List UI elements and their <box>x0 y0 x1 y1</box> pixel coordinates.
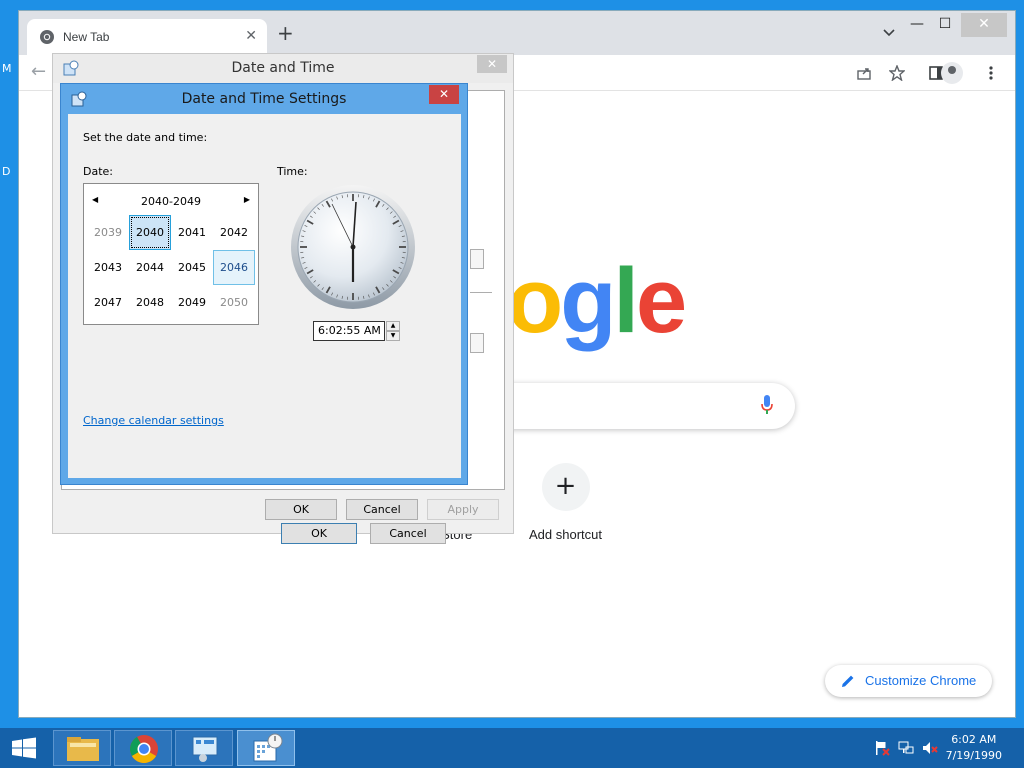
network-icon[interactable] <box>898 740 914 756</box>
calendar-year-cell[interactable]: 2042 <box>213 215 255 250</box>
logo-letter: o <box>507 250 563 352</box>
pencil-icon <box>842 675 854 687</box>
tab-strip: New Tab ✕ + — ☐ ✕ <box>19 11 1015 55</box>
dialog-close-button[interactable]: ✕ <box>477 55 507 73</box>
folder-icon <box>67 737 99 761</box>
calendar-year-cell[interactable]: 2048 <box>129 285 171 320</box>
calendar-year-cell[interactable]: 2040 <box>129 215 171 250</box>
instruction-text: Set the date and time: <box>83 131 208 144</box>
system-clock[interactable]: 6:02 AM 7/19/1990 <box>946 732 1002 764</box>
calendar-year-cell[interactable]: 2049 <box>171 285 213 320</box>
bookmark-star-icon[interactable] <box>889 65 905 81</box>
desktop-icon-label: D <box>2 165 11 178</box>
calendar-clock-icon <box>253 733 283 762</box>
spin-up-arrow-icon[interactable]: ▲ <box>386 321 400 331</box>
tab-title: New Tab <box>63 30 110 44</box>
add-shortcut-button[interactable]: + Add shortcut <box>529 463 602 542</box>
calendar-year-cell[interactable]: 2050 <box>213 285 255 320</box>
spin-down-arrow-icon[interactable]: ▼ <box>386 331 400 341</box>
calendar-year-cell[interactable]: 2046 <box>213 250 255 285</box>
dialog-title: Date and Time Settings <box>181 91 347 107</box>
change-calendar-settings-link[interactable]: Change calendar settings <box>83 414 224 427</box>
tab-search-icon[interactable] <box>883 29 895 37</box>
cancel-button[interactable]: Cancel <box>346 499 418 520</box>
back-arrow-icon[interactable]: ← <box>31 61 46 82</box>
calendar-year-cell[interactable]: 2043 <box>87 250 129 285</box>
time-spinner: ▲ ▼ <box>386 321 400 341</box>
calendar-year-cell[interactable]: 2039 <box>87 215 129 250</box>
analog-clock <box>291 185 415 309</box>
profile-avatar-icon[interactable] <box>941 62 963 84</box>
shortcut-label: Add shortcut <box>529 527 602 542</box>
google-logo: ogle <box>507 250 687 352</box>
new-tab-button[interactable]: + <box>277 23 294 43</box>
dialog-title: Date and Time <box>231 60 335 76</box>
calendar-next-arrow-icon[interactable]: ▶ <box>244 195 250 204</box>
chrome-logo-icon <box>40 30 54 44</box>
customize-chrome-button[interactable]: Customize Chrome <box>825 665 993 697</box>
calendar-year-cell[interactable]: 2044 <box>129 250 171 285</box>
volume-muted-icon[interactable] <box>922 740 938 756</box>
settings-body: Set the date and time: Date: Time: ◀ 204… <box>68 114 461 544</box>
kebab-menu-icon[interactable] <box>989 66 993 80</box>
divider <box>470 292 492 293</box>
taskbar-file-explorer[interactable] <box>53 730 111 766</box>
add-shortcut-plus-icon: + <box>541 463 590 511</box>
taskbar: 6:02 AM 7/19/1990 <box>0 728 1024 768</box>
microphone-icon[interactable] <box>761 395 773 415</box>
dialog-titlebar: Date and Time ✕ <box>53 54 513 83</box>
date-time-settings-dialog: Date and Time Settings ✕ Set the date an… <box>60 83 468 544</box>
action-center-flag-icon[interactable] <box>874 740 890 756</box>
date-label: Date: <box>83 165 113 178</box>
calendar-year-cell[interactable]: 2041 <box>171 215 213 250</box>
calendar-year-cell[interactable]: 2047 <box>87 285 129 320</box>
ok-button[interactable]: OK <box>265 499 337 520</box>
windows-start-icon[interactable] <box>0 728 48 768</box>
logo-letter: l <box>613 250 639 352</box>
ok-button[interactable]: OK <box>281 523 357 544</box>
cancel-button[interactable]: Cancel <box>370 523 446 544</box>
taskbar-control-panel[interactable] <box>175 730 233 766</box>
dialog-titlebar: Date and Time Settings ✕ <box>61 84 467 114</box>
control-panel-icon <box>192 736 218 762</box>
apply-button[interactable]: Apply <box>427 499 499 520</box>
calendar-header[interactable]: 2040-2049 <box>84 195 258 208</box>
time-input[interactable]: 6:02:55 AM <box>313 321 385 341</box>
tab-close-icon[interactable]: ✕ <box>245 28 257 44</box>
desktop-icon-label: M <box>2 62 12 75</box>
tab-new-tab[interactable]: New Tab ✕ <box>27 19 267 55</box>
time-label: Time: <box>277 165 308 178</box>
share-icon[interactable] <box>857 66 873 80</box>
chrome-logo-icon <box>130 735 158 763</box>
calendar-decade-view: ◀ 2040-2049 ▶ 2039 2040 2041 2042 2043 2044 20… <box>83 183 259 325</box>
maximize-button[interactable]: ☐ <box>931 13 959 37</box>
minimize-button[interactable]: — <box>903 13 931 37</box>
close-window-button[interactable]: ✕ <box>961 13 1007 37</box>
change-button-partial[interactable] <box>470 333 484 353</box>
taskbar-chrome[interactable] <box>114 730 172 766</box>
clock-date: 7/19/1990 <box>945 749 1002 762</box>
dialog-close-button[interactable]: ✕ <box>429 85 459 104</box>
calendar-year-cell[interactable]: 2045 <box>171 250 213 285</box>
search-box[interactable] <box>479 383 795 429</box>
change-button-partial[interactable] <box>470 249 484 269</box>
logo-letter: g <box>560 250 616 352</box>
clock-time: 6:02 AM <box>951 733 997 746</box>
taskbar-date-time[interactable] <box>237 730 295 766</box>
logo-letter: e <box>635 250 687 352</box>
customize-chrome-label: Customize Chrome <box>865 673 977 688</box>
